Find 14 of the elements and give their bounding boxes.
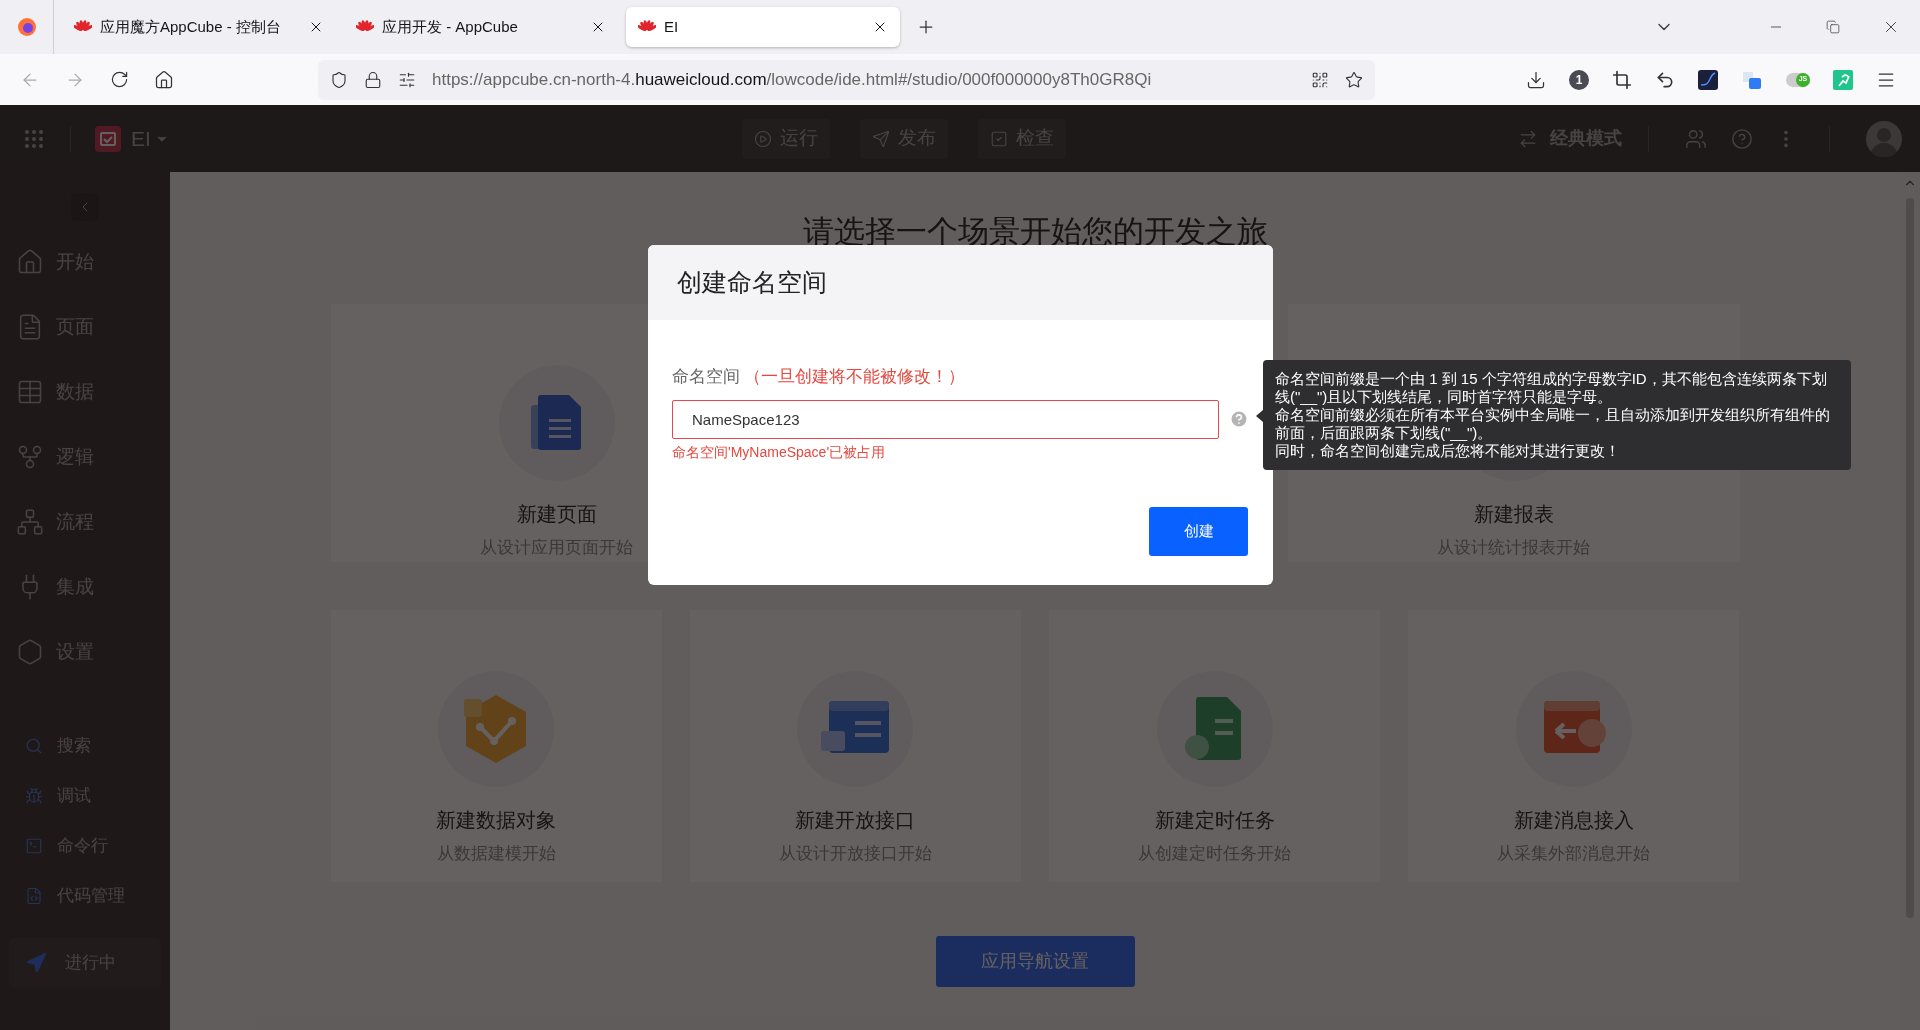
tooltip-text: 命名空间前缀是一个由 1 到 15 个字符组成的字母数字ID，其不能包含连续两条下划线("__")且以下划线结尾，同时首字符只能是字母。 xyxy=(1275,370,1828,406)
dialog-title: 创建命名空间 xyxy=(677,266,827,298)
card-title: 新建开放接口 xyxy=(795,808,916,833)
tab-title: 应用魔方AppCube - 控制台 xyxy=(100,16,282,37)
tooltip-text: 命名空间前缀必须在所有本平台实例中全局唯一，且自动添加到开发组织所有组件的前面，后面跟两条下划线("__")。 xyxy=(1275,406,1831,442)
field-label: 命名空间 xyxy=(672,366,740,388)
tooltip-text: 同时，命名空间创建完成后您将不能对其进行更改！ xyxy=(1275,442,1621,460)
card-title: 新建页面 xyxy=(516,502,597,527)
card-title: 新建数据对象 xyxy=(436,808,556,833)
tab-title: 应用开发 - AppCube xyxy=(382,16,519,37)
card-title: 新建定时任务 xyxy=(1154,808,1275,833)
tab-title: EI xyxy=(664,16,680,37)
card-title: 新建报表 xyxy=(1473,502,1554,527)
card-title: 新建消息接入 xyxy=(1514,808,1634,833)
